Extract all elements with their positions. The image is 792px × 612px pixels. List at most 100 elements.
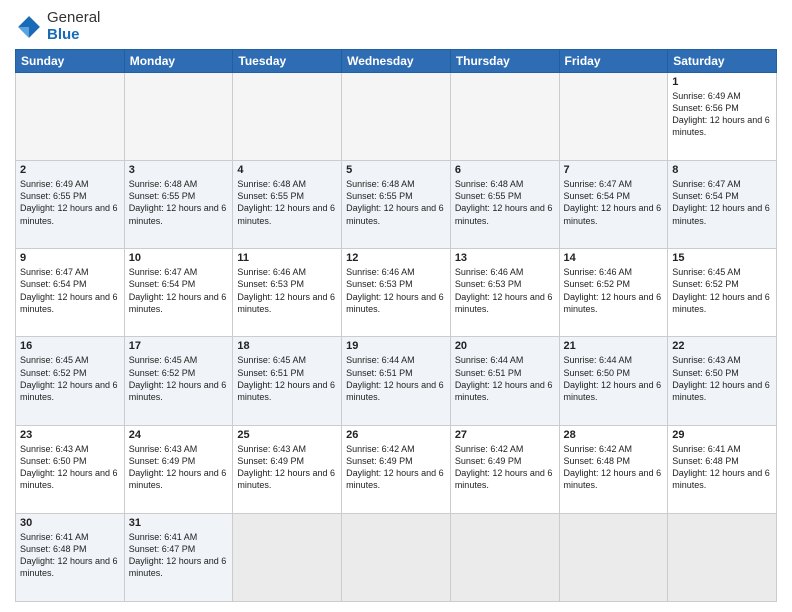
day-info: Sunrise: 6:43 AMSunset: 6:50 PMDaylight:… [672, 354, 772, 403]
day-number: 1 [672, 76, 772, 88]
header-sunday: Sunday [16, 50, 125, 73]
day-number: 26 [346, 429, 446, 441]
calendar-day-cell: 31Sunrise: 6:41 AMSunset: 6:47 PMDayligh… [124, 513, 233, 601]
day-info: Sunrise: 6:45 AMSunset: 6:52 PMDaylight:… [20, 354, 120, 403]
day-info: Sunrise: 6:45 AMSunset: 6:52 PMDaylight:… [672, 266, 772, 315]
calendar-day-cell: 29 Sunrise: 6:41 AMSunset: 6:48 PMDayligh… [668, 425, 777, 513]
calendar-week-row: 2 Sunrise: 6:49 AMSunset: 6:55 PMDaylight… [16, 161, 777, 249]
day-number: 29 [672, 429, 772, 441]
calendar-week-row: 30 Sunrise: 6:41 AMSunset: 6:48 PMDayligh… [16, 513, 777, 601]
calendar-day-cell: 16 Sunrise: 6:45 AMSunset: 6:52 PMDayligh… [16, 337, 125, 425]
day-info: Sunrise: 6:42 AMSunset: 6:49 PMDaylight:… [346, 443, 446, 492]
calendar-week-row: 9 Sunrise: 6:47 AMSunset: 6:54 PMDaylight… [16, 249, 777, 337]
day-info: Sunrise: 6:43 AMSunset: 6:50 PMDaylight:… [20, 443, 120, 492]
day-number: 15 [672, 252, 772, 264]
calendar-day-cell: 7Sunrise: 6:47 AMSunset: 6:54 PMDaylight… [559, 161, 668, 249]
day-info: Sunrise: 6:48 AMSunset: 6:55 PMDaylight:… [455, 178, 555, 227]
day-number: 24 [129, 429, 229, 441]
calendar-day-cell: 14 Sunrise: 6:46 AMSunset: 6:52 PMDayligh… [559, 249, 668, 337]
day-number: 8 [672, 164, 772, 176]
calendar-day-cell: 9 Sunrise: 6:47 AMSunset: 6:54 PMDaylight… [16, 249, 125, 337]
day-info: Sunrise: 6:44 AMSunset: 6:51 PMDaylight:… [455, 354, 555, 403]
header-wednesday: Wednesday [342, 50, 451, 73]
logo: General Blue [15, 10, 100, 43]
calendar-day-cell: 26 Sunrise: 6:42 AMSunset: 6:49 PMDayligh… [342, 425, 451, 513]
calendar-day-cell: 15 Sunrise: 6:45 AMSunset: 6:52 PMDayligh… [668, 249, 777, 337]
day-number: 20 [455, 340, 555, 352]
day-number: 6 [455, 164, 555, 176]
calendar-day-cell: 3 Sunrise: 6:48 AMSunset: 6:55 PMDaylight… [124, 161, 233, 249]
calendar-day-cell: 1 Sunrise: 6:49 AMSunset: 6:56 PMDaylight… [668, 73, 777, 161]
day-number: 5 [346, 164, 446, 176]
calendar-day-cell [342, 73, 451, 161]
day-number: 4 [237, 164, 337, 176]
calendar-day-cell: 24 Sunrise: 6:43 AMSunset: 6:49 PMDayligh… [124, 425, 233, 513]
day-info: Sunrise: 6:41 AMSunset: 6:48 PMDaylight:… [672, 443, 772, 492]
calendar-day-cell [342, 513, 451, 601]
calendar-day-cell [559, 73, 668, 161]
calendar-day-cell: 8Sunrise: 6:47 AMSunset: 6:54 PMDaylight… [668, 161, 777, 249]
header: General Blue [15, 10, 777, 43]
calendar-header-row: Sunday Monday Tuesday Wednesday Thursday… [16, 50, 777, 73]
day-info: Sunrise: 6:49 AMSunset: 6:56 PMDaylight:… [672, 90, 772, 139]
day-number: 17 [129, 340, 229, 352]
day-info: Sunrise: 6:44 AMSunset: 6:50 PMDaylight:… [564, 354, 664, 403]
logo-icon [15, 13, 43, 41]
day-number: 23 [20, 429, 120, 441]
calendar-day-cell: 19Sunrise: 6:44 AMSunset: 6:51 PMDayligh… [342, 337, 451, 425]
day-info: Sunrise: 6:44 AMSunset: 6:51 PMDaylight:… [346, 354, 446, 403]
day-number: 12 [346, 252, 446, 264]
header-friday: Friday [559, 50, 668, 73]
page: General Blue Sunday Monday Tuesday Wedne… [0, 0, 792, 612]
day-number: 3 [129, 164, 229, 176]
day-info: Sunrise: 6:46 AMSunset: 6:53 PMDaylight:… [346, 266, 446, 315]
day-number: 2 [20, 164, 120, 176]
calendar-week-row: 16 Sunrise: 6:45 AMSunset: 6:52 PMDayligh… [16, 337, 777, 425]
calendar-day-cell: 21 Sunrise: 6:44 AMSunset: 6:50 PMDayligh… [559, 337, 668, 425]
calendar-day-cell: 22Sunrise: 6:43 AMSunset: 6:50 PMDayligh… [668, 337, 777, 425]
calendar-day-cell [450, 513, 559, 601]
calendar-day-cell [450, 73, 559, 161]
calendar-day-cell [559, 513, 668, 601]
calendar-day-cell [233, 73, 342, 161]
day-info: Sunrise: 6:49 AMSunset: 6:55 PMDaylight:… [20, 178, 120, 227]
day-number: 7 [564, 164, 664, 176]
day-info: Sunrise: 6:48 AMSunset: 6:55 PMDaylight:… [346, 178, 446, 227]
day-info: Sunrise: 6:46 AMSunset: 6:53 PMDaylight:… [455, 266, 555, 315]
calendar-day-cell: 27Sunrise: 6:42 AMSunset: 6:49 PMDayligh… [450, 425, 559, 513]
calendar-day-cell: 13Sunrise: 6:46 AMSunset: 6:53 PMDayligh… [450, 249, 559, 337]
calendar-week-row: 23 Sunrise: 6:43 AMSunset: 6:50 PMDayligh… [16, 425, 777, 513]
calendar-day-cell: 2 Sunrise: 6:49 AMSunset: 6:55 PMDaylight… [16, 161, 125, 249]
calendar-day-cell [124, 73, 233, 161]
logo-text: General Blue [47, 10, 100, 43]
day-info: Sunrise: 6:41 AMSunset: 6:48 PMDaylight:… [20, 531, 120, 580]
day-info: Sunrise: 6:48 AMSunset: 6:55 PMDaylight:… [129, 178, 229, 227]
calendar-day-cell: 10 Sunrise: 6:47 AMSunset: 6:54 PMDayligh… [124, 249, 233, 337]
day-number: 9 [20, 252, 120, 264]
day-number: 21 [564, 340, 664, 352]
day-info: Sunrise: 6:47 AMSunset: 6:54 PMDaylight:… [20, 266, 120, 315]
calendar-day-cell: 12 Sunrise: 6:46 AMSunset: 6:53 PMDayligh… [342, 249, 451, 337]
day-number: 18 [237, 340, 337, 352]
day-number: 16 [20, 340, 120, 352]
calendar-day-cell: 11Sunrise: 6:46 AMSunset: 6:53 PMDayligh… [233, 249, 342, 337]
header-thursday: Thursday [450, 50, 559, 73]
header-saturday: Saturday [668, 50, 777, 73]
calendar-day-cell: 18Sunrise: 6:45 AMSunset: 6:51 PMDayligh… [233, 337, 342, 425]
calendar-day-cell: 17Sunrise: 6:45 AMSunset: 6:52 PMDayligh… [124, 337, 233, 425]
day-info: Sunrise: 6:43 AMSunset: 6:49 PMDaylight:… [237, 443, 337, 492]
calendar-day-cell: 23 Sunrise: 6:43 AMSunset: 6:50 PMDayligh… [16, 425, 125, 513]
day-info: Sunrise: 6:46 AMSunset: 6:52 PMDaylight:… [564, 266, 664, 315]
calendar-week-row: 1 Sunrise: 6:49 AMSunset: 6:56 PMDaylight… [16, 73, 777, 161]
day-info: Sunrise: 6:47 AMSunset: 6:54 PMDaylight:… [129, 266, 229, 315]
day-info: Sunrise: 6:43 AMSunset: 6:49 PMDaylight:… [129, 443, 229, 492]
day-number: 31 [129, 517, 229, 529]
day-number: 30 [20, 517, 120, 529]
day-info: Sunrise: 6:42 AMSunset: 6:49 PMDaylight:… [455, 443, 555, 492]
header-monday: Monday [124, 50, 233, 73]
day-number: 11 [237, 252, 337, 264]
day-number: 10 [129, 252, 229, 264]
day-number: 14 [564, 252, 664, 264]
day-number: 25 [237, 429, 337, 441]
calendar-day-cell: 25 Sunrise: 6:43 AMSunset: 6:49 PMDayligh… [233, 425, 342, 513]
